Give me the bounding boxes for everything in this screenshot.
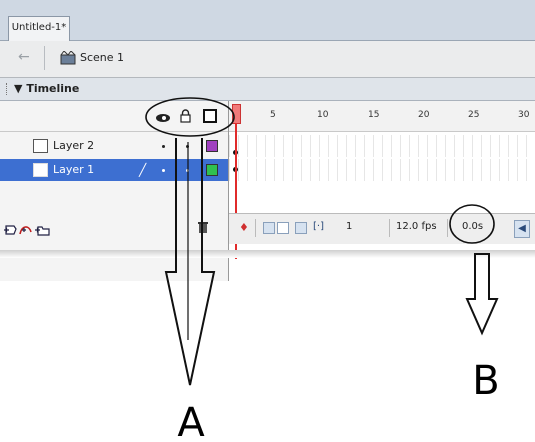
frame-number: 20 <box>418 110 430 120</box>
layer-row[interactable]: Layer 2 <box>0 135 228 157</box>
edit-bar: ← Scene 1 <box>0 41 535 78</box>
frame-number: 15 <box>368 110 380 120</box>
scroll-left-button[interactable]: ◀ <box>514 220 530 238</box>
panel-grip[interactable] <box>6 83 9 95</box>
annotation-label-a: A <box>177 400 205 442</box>
timeline-title-label: Timeline <box>26 82 80 95</box>
frame-number: 30 <box>518 110 530 120</box>
edit-multiple-frames-icon[interactable] <box>295 222 307 234</box>
lock-icon[interactable] <box>180 108 191 127</box>
frame-rate-readout[interactable]: 12.0 fps <box>396 221 437 232</box>
frame-ruler[interactable]: 5 10 15 20 25 30 <box>229 101 535 132</box>
frame-number: 25 <box>468 110 480 120</box>
outline-color-swatch[interactable] <box>206 140 218 152</box>
divider <box>255 219 256 237</box>
collapse-triangle-icon[interactable]: ▼ <box>14 82 22 95</box>
add-layer-icon[interactable] <box>4 221 18 240</box>
layer-toolbar <box>0 213 228 243</box>
back-arrow-icon[interactable]: ← <box>18 49 30 65</box>
frame-row[interactable] <box>229 159 535 181</box>
frame-row[interactable] <box>229 135 535 157</box>
onion-skin-icon[interactable] <box>263 222 275 234</box>
frame-number: 5 <box>270 110 276 120</box>
outline-icon[interactable] <box>203 108 217 127</box>
trash-icon[interactable] <box>197 221 209 238</box>
modify-onion-markers-icon[interactable]: [·] <box>313 221 324 232</box>
layer-header-icons <box>0 101 228 132</box>
scene-label[interactable]: Scene 1 <box>80 51 124 64</box>
layer-icon <box>33 163 48 177</box>
scene-icon <box>60 50 76 69</box>
document-tab-strip: Untitled-1* <box>0 0 535 41</box>
visibility-dot[interactable] <box>162 145 165 148</box>
visibility-dot[interactable] <box>162 169 165 172</box>
divider <box>447 219 448 237</box>
layer-name: Layer 1 <box>53 163 95 176</box>
lock-dot[interactable] <box>186 145 189 148</box>
timeline-header[interactable]: ▼ Timeline <box>0 78 535 101</box>
eye-icon[interactable] <box>155 109 171 128</box>
timeline-title: ▼ Timeline <box>14 82 79 95</box>
lock-dot[interactable] <box>186 169 189 172</box>
divider <box>44 46 45 70</box>
add-motion-guide-icon[interactable] <box>19 221 33 240</box>
center-frame-icon[interactable]: ♦ <box>239 221 249 234</box>
pencil-icon: ╱ <box>139 163 147 177</box>
current-frame-readout: 1 <box>346 221 353 232</box>
annotation-label-b: B <box>472 358 499 404</box>
elapsed-time-readout: 0.0s <box>462 221 484 232</box>
add-folder-icon[interactable] <box>35 221 50 240</box>
document-tab[interactable]: Untitled-1* <box>8 16 70 41</box>
frame-number: 10 <box>317 110 329 120</box>
layer-row[interactable]: Layer 1 ╱ <box>0 159 228 181</box>
document-tab-label: Untitled-1* <box>11 22 67 33</box>
outline-color-swatch[interactable] <box>206 164 218 176</box>
panel-bottom-edge <box>0 250 535 258</box>
timeline-status-bar: ♦ [·] 1 12.0 fps 0.0s ◀ <box>229 213 535 244</box>
layer-name: Layer 2 <box>53 139 95 152</box>
playhead[interactable] <box>232 104 241 124</box>
layer-icon <box>33 139 48 153</box>
onion-skin-outlines-icon[interactable] <box>277 222 289 234</box>
divider <box>389 219 390 237</box>
